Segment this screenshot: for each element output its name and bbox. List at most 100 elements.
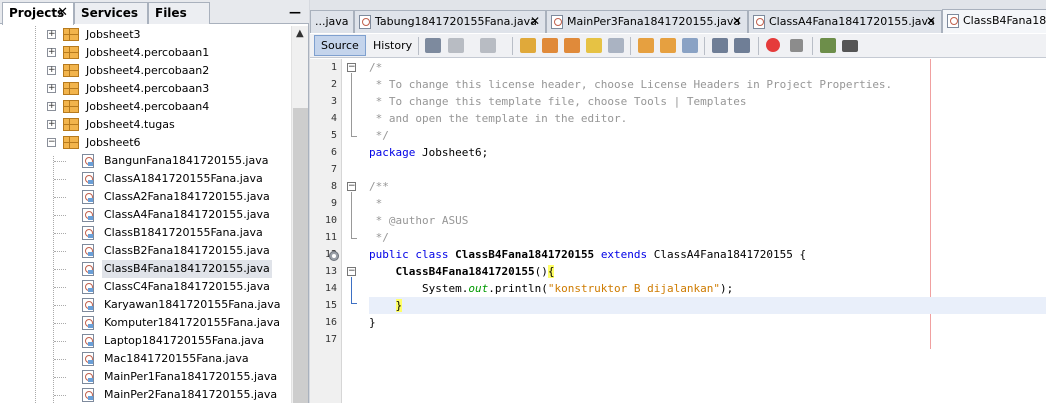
find-icon[interactable]: [520, 38, 536, 53]
tab-projects[interactable]: Projects ✕: [2, 2, 74, 25]
tree-item-file[interactable]: ClassB4Fana1841720155.java: [0, 260, 290, 278]
comment-text: /**: [369, 180, 389, 193]
tree-item-file[interactable]: ClassB2Fana1841720155.java: [0, 242, 290, 260]
next-bookmark-icon[interactable]: [660, 38, 676, 53]
editor-tab-prev[interactable]: ...java: [310, 10, 354, 33]
toggle-bookmark-icon[interactable]: [682, 38, 698, 53]
editor-tab-classb4[interactable]: ClassB4Fana184: [942, 9, 1046, 33]
override-marker-icon[interactable]: [329, 251, 339, 261]
tree-item-file[interactable]: MainPer1Fana1841720155.java: [0, 368, 290, 386]
tree-item-label: Jobsheet4.percobaan4: [86, 100, 210, 113]
close-icon[interactable]: ✕: [530, 11, 540, 32]
back-icon[interactable]: [448, 38, 464, 53]
toggle-highlight-icon[interactable]: [586, 38, 602, 53]
tab-files[interactable]: Files: [148, 2, 210, 24]
close-icon[interactable]: ✕: [732, 11, 742, 32]
editor-tab-mainper3[interactable]: MainPer3Fana1841720155.java ✕: [546, 10, 748, 33]
tree-item-label: MainPer1Fana1841720155.java: [104, 370, 278, 383]
code-text: );: [720, 282, 734, 295]
tree-connector: [54, 197, 66, 198]
tree-item-label: ClassA2Fana1841720155.java: [104, 190, 270, 203]
expand-icon[interactable]: +: [47, 102, 56, 111]
tree-item-file[interactable]: Karyawan1841720155Fana.java: [0, 296, 290, 314]
comment-icon[interactable]: [842, 40, 858, 52]
tree-item-label: ClassB2Fana1841720155.java: [104, 244, 270, 257]
tree-item-package[interactable]: + Jobsheet4.percobaan2: [0, 62, 290, 80]
close-icon[interactable]: ✕: [57, 3, 68, 23]
find-next-icon[interactable]: [564, 38, 580, 53]
tree-item-file[interactable]: Mac1841720155Fana.java: [0, 350, 290, 368]
tree-item-file[interactable]: Laptop1841720155Fana.java: [0, 332, 290, 350]
code-area[interactable]: /* * To change this license header, choo…: [369, 59, 1046, 403]
tree-scrollbar[interactable]: ▲: [291, 26, 308, 403]
rectangular-selection-icon[interactable]: [608, 38, 624, 53]
code-line: * and open the template in the editor.: [369, 110, 628, 127]
closing-brace: }: [369, 316, 376, 329]
tree-item-file[interactable]: Komputer1841720155Fana.java: [0, 314, 290, 332]
editor-tab-classa4[interactable]: ClassA4Fana1841720155.java ✕: [748, 10, 942, 33]
tree-item-package[interactable]: + Jobsheet4.percobaan3: [0, 80, 290, 98]
tree-item-file[interactable]: MainPer2Fana1841720155.java: [0, 386, 290, 403]
scroll-up-icon[interactable]: ▲: [296, 28, 304, 39]
tree-item-package[interactable]: + Jobsheet4.tugas: [0, 116, 290, 134]
tree-item-file[interactable]: ClassA1841720155Fana.java: [0, 170, 290, 188]
editor-tab-bar: ...java Tabung1841720155Fana.java ✕ Main…: [310, 0, 1046, 33]
static-field: out: [468, 282, 489, 295]
editor-tab-label: Tabung1841720155Fana.java: [375, 15, 537, 28]
tree-item-package[interactable]: + Jobsheet4.percobaan1: [0, 44, 290, 62]
collapse-icon[interactable]: −: [347, 267, 356, 276]
code-line: ClassB4Fana1841720155(){: [369, 263, 555, 280]
tree-connector: [54, 251, 66, 252]
tree-item-file[interactable]: ClassC4Fana1841720155.java: [0, 278, 290, 296]
tree-item-file[interactable]: ClassB1841720155Fana.java: [0, 224, 290, 242]
find-previous-icon[interactable]: [542, 38, 558, 53]
fold-line: [351, 192, 352, 238]
collapse-icon[interactable]: −: [47, 138, 56, 147]
package-icon: [63, 100, 79, 113]
tree-item-file[interactable]: BangunFana1841720155.java: [0, 152, 290, 170]
tree-item-file[interactable]: ClassA2Fana1841720155.java: [0, 188, 290, 206]
package-name: Jobsheet6;: [415, 146, 489, 159]
tree-item-file[interactable]: ClassA4Fana1841720155.java: [0, 206, 290, 224]
editor-tab-tabung[interactable]: Tabung1841720155Fana.java ✕: [354, 10, 546, 33]
source-button[interactable]: Source: [314, 35, 366, 56]
constructor-name: ClassB4Fana1841720155: [395, 265, 535, 278]
toolbar-separator: [630, 37, 631, 55]
code-line: */: [369, 127, 389, 144]
expand-icon[interactable]: +: [47, 120, 56, 129]
tree-item-package[interactable]: + Jobsheet3: [0, 26, 290, 44]
comment-text: * and open the template in the editor.: [369, 112, 628, 125]
scrollbar-thumb[interactable]: [293, 108, 308, 403]
history-button[interactable]: History: [366, 35, 419, 56]
expand-icon[interactable]: +: [47, 66, 56, 75]
start-macro-icon[interactable]: [766, 38, 780, 52]
shift-left-icon[interactable]: [712, 38, 728, 53]
code-line: /*: [369, 59, 382, 76]
minimize-icon[interactable]: —: [289, 5, 301, 19]
previous-bookmark-icon[interactable]: [638, 38, 654, 53]
tree-item-label: Jobsheet6: [86, 136, 141, 149]
code-editor: ...java Tabung1841720155Fana.java ✕ Main…: [310, 0, 1046, 403]
tree-item-package[interactable]: − Jobsheet6: [0, 134, 290, 152]
tab-services[interactable]: Services: [74, 2, 148, 24]
line-number: 13: [324, 266, 337, 277]
tree-item-package[interactable]: + Jobsheet4.percobaan4: [0, 98, 290, 116]
close-icon[interactable]: ✕: [926, 11, 936, 32]
collapse-icon[interactable]: −: [347, 182, 356, 191]
forward-icon[interactable]: [480, 38, 496, 53]
tree-item-label: Komputer1841720155Fana.java: [104, 316, 280, 329]
expand-icon[interactable]: +: [47, 30, 56, 39]
tree-item-label: BangunFana1841720155.java: [104, 154, 269, 167]
check-file-icon[interactable]: [820, 38, 836, 53]
shift-right-icon[interactable]: [734, 38, 750, 53]
expand-icon[interactable]: +: [47, 84, 56, 93]
java-file-icon: [82, 172, 94, 186]
toolbar-separator: [758, 37, 759, 55]
last-edit-icon[interactable]: [425, 38, 441, 53]
tree-item-label: Laptop1841720155Fana.java: [104, 334, 265, 347]
collapse-icon[interactable]: −: [347, 63, 356, 72]
expand-icon[interactable]: +: [47, 48, 56, 57]
stop-macro-icon[interactable]: [790, 39, 803, 52]
